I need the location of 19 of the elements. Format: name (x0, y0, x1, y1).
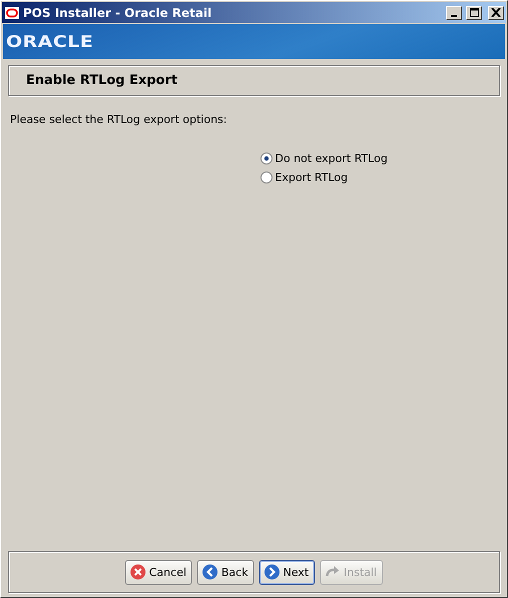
app-icon (5, 6, 19, 18)
wizard-button[interactable]: Next (259, 560, 315, 584)
cancel-icon (130, 564, 146, 580)
page-title: Enable RTLog Export (26, 73, 178, 88)
close-icon (491, 8, 501, 17)
maximize-button[interactable] (466, 6, 482, 20)
minimize-button[interactable] (446, 6, 462, 20)
radio-button[interactable] (260, 171, 273, 184)
wizard-button[interactable]: Back (197, 560, 254, 584)
close-button[interactable] (488, 6, 504, 20)
radio-label: Do not export RTLog (275, 152, 388, 165)
radio-label: Export RTLog (275, 171, 348, 184)
radio-button[interactable] (260, 152, 273, 165)
instruction-text: Please select the RTLog export options: (10, 113, 228, 126)
maximize-icon (470, 8, 478, 17)
window-title: POS Installer - Oracle Retail (23, 6, 213, 20)
wizard-button[interactable]: Cancel (125, 560, 192, 584)
logo: ORACLE (6, 32, 94, 51)
minimize-icon (451, 14, 457, 16)
